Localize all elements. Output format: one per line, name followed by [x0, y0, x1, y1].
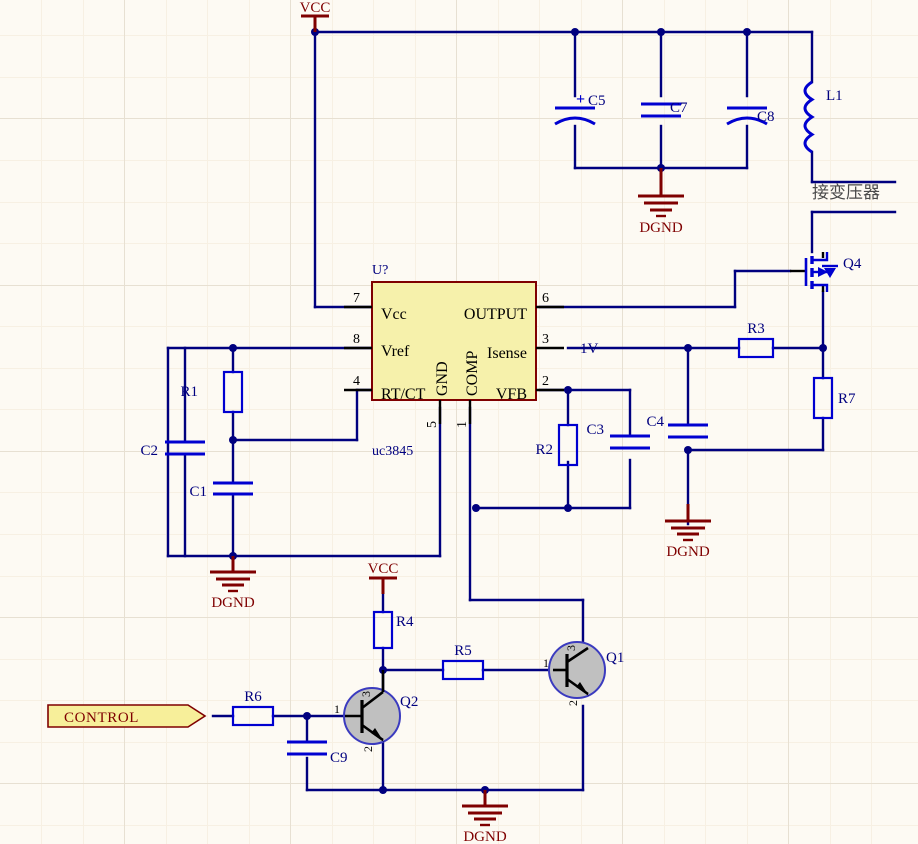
q2-label: Q2 [400, 694, 418, 710]
ic-value: uc3845 [372, 444, 413, 459]
c5-label: C5 [588, 93, 606, 109]
r3-label: R3 [747, 321, 765, 337]
vcc-r4-label: VCC [368, 561, 399, 577]
net-label-1v: 1V [580, 341, 599, 357]
ic-pin-name-vcc: Vcc [381, 306, 407, 323]
q1-pin-base: 1 [543, 656, 549, 670]
c3-label: C3 [586, 422, 604, 438]
port-flag-control[interactable]: CONTROL [47, 704, 207, 728]
ic-pin-name-vfb: VFB [496, 386, 527, 403]
q2-pin-emitter: 2 [361, 746, 375, 752]
ic-body[interactable] [371, 281, 537, 401]
dgnd-left-label: DGND [211, 595, 254, 611]
q4-label: Q4 [843, 256, 862, 272]
ic-pin-name-comp: COMP [464, 351, 481, 396]
ic-pin-name-output: OUTPUT [464, 306, 527, 323]
ic-pin-number-2: 2 [542, 374, 549, 389]
c2-label: C2 [140, 443, 158, 459]
r4-label: R4 [396, 614, 414, 630]
r2-label: R2 [535, 442, 553, 458]
ic-pin-name-gnd: GND [434, 361, 451, 396]
dgnd-bottom-label: DGND [463, 829, 506, 844]
ic-refdes: U? [372, 263, 388, 278]
r6-label: R6 [244, 689, 262, 705]
dgnd-caps-label: DGND [639, 220, 682, 236]
ic-pin-number-1: 1 [455, 421, 470, 428]
q1-pin-emitter: 2 [566, 700, 580, 706]
c8-label: C8 [757, 109, 775, 125]
ic-pin-name-rtct: RT/CT [381, 386, 426, 403]
ic-pin-number-7: 7 [353, 291, 360, 306]
ic-pin-name-isense: Isense [487, 345, 527, 362]
transformer-annotation: 接变压器 [812, 183, 880, 203]
ic-pin-name-vref: Vref [381, 343, 410, 360]
q2-pin-collector: 3 [359, 691, 373, 697]
vcc-top-label: VCC [300, 0, 331, 16]
control-flag-label: CONTROL [64, 710, 139, 726]
ic-pin-number-8: 8 [353, 332, 360, 347]
ic-pin-number-5: 5 [425, 421, 440, 428]
q2-pin-base: 1 [334, 702, 340, 716]
r7-label: R7 [838, 391, 856, 407]
dgnd-c4-label: DGND [666, 544, 709, 560]
q1-pin-collector: 3 [564, 645, 578, 651]
c9-label: C9 [330, 750, 348, 766]
r1-label: R1 [180, 384, 198, 400]
ic-pin-number-4: 4 [353, 374, 360, 389]
c4-label: C4 [646, 414, 664, 430]
c7-label: C7 [670, 100, 688, 116]
c5-polarity-plus: + [576, 91, 585, 108]
schematic-canvas: U? uc3845 Vcc Vref RT/CT OUTPUT Isense V… [0, 0, 918, 844]
c1-label: C1 [189, 484, 207, 500]
q1-label: Q1 [606, 650, 624, 666]
ic-pin-number-3: 3 [542, 332, 549, 347]
r5-label: R5 [454, 643, 472, 659]
l1-label: L1 [826, 88, 843, 104]
ic-pin-number-6: 6 [542, 291, 549, 306]
